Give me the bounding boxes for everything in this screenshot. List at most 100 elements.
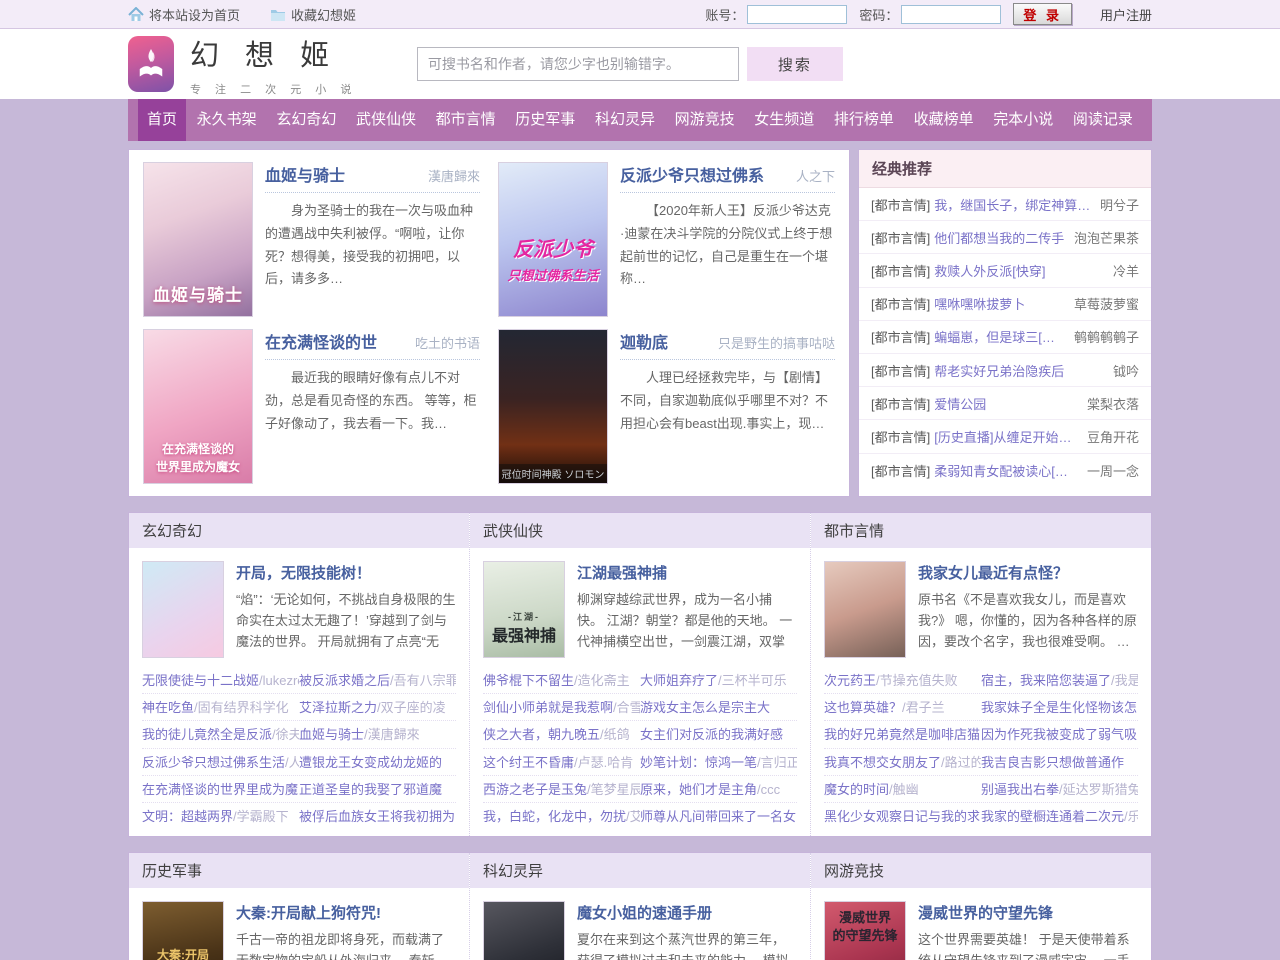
book-link[interactable]: 这个纣王不昏庸/卢瑟.哈肯 xyxy=(483,749,640,775)
account-input[interactable] xyxy=(747,5,847,24)
item-title-link[interactable]: 帮老实好兄弟治隐疾后 xyxy=(934,361,1105,380)
book-link[interactable]: 被俘后血族女王将我初拥为 xyxy=(299,803,456,830)
nav-item-lishi[interactable]: 历史军事 xyxy=(506,99,584,141)
book-title-link[interactable]: 我家女儿最近有点怪？ xyxy=(918,562,1138,583)
book-link[interactable]: 文明：超越两界/学霸殿下 xyxy=(142,803,299,830)
nav-item-bookshelf[interactable]: 永久书架 xyxy=(188,99,266,141)
book-link[interactable]: 宿主，我来陪您装逼了/我是 xyxy=(981,667,1138,693)
book-link[interactable]: 女主们对反派的我满好感 xyxy=(640,721,797,747)
item-title-link[interactable]: [历史直播]从缠足开始说起 xyxy=(934,427,1079,446)
register-link[interactable]: 用户注册 xyxy=(1100,5,1152,24)
nav-item-dushi[interactable]: 都市言情 xyxy=(427,99,505,141)
book-link[interactable]: 血姬与骑士/漢唐歸來 xyxy=(299,721,456,747)
book-link[interactable]: 我，白蛇，化龙中，勿扰/艾 xyxy=(483,803,640,830)
book-link[interactable]: 师尊从凡间带回来了一名女 xyxy=(640,803,797,830)
book-link[interactable]: 因为作死我被变成了弱气吸 xyxy=(981,721,1138,747)
book-cover[interactable]: 漫威世界 的守望先锋 xyxy=(824,901,906,960)
nav-item-finished[interactable]: 完本小说 xyxy=(984,99,1062,141)
favorite-label: 收藏幻想姬 xyxy=(291,5,356,24)
book-link[interactable]: 我家妹子全是生化怪物该怎 xyxy=(981,694,1138,720)
link-row: 佛爷棍下不留生/造化斋主 大师姐弃疗了/三杯半可乐 xyxy=(483,667,797,694)
book-link[interactable]: 游戏女主怎么是宗主大 xyxy=(640,694,797,720)
nav-item-nvsheng[interactable]: 女生频道 xyxy=(745,99,823,141)
nav-item-wuxia[interactable]: 武侠仙侠 xyxy=(347,99,425,141)
site-logo[interactable] xyxy=(128,36,174,92)
book-link[interactable]: 次元药王/节操充值失败 xyxy=(824,667,981,693)
book-link[interactable]: 我吉良吉影只想做普通作 xyxy=(981,749,1138,775)
nav-item-wangyou[interactable]: 网游竞技 xyxy=(666,99,744,141)
search-bar: 搜索 xyxy=(417,47,843,81)
book-title-link[interactable]: 开局，无限技能树！ xyxy=(236,562,456,583)
book-link[interactable]: 魔女的时间/触幽 xyxy=(824,776,981,802)
book-title-link[interactable]: 在充满怪谈的世 xyxy=(265,329,377,353)
item-title-link[interactable]: 嘿咻嘿咻拔萝卜 xyxy=(934,294,1066,313)
book-link[interactable]: 侠之大者，朝九晚五/纸鸽 xyxy=(483,721,640,747)
book-link[interactable]: 我的徒儿竟然全是反派/徐夫 xyxy=(142,721,299,747)
featured-books-panel: 血姬与骑士 血姬与骑士 漢唐歸來 身为圣骑士的我在一次与吸血种的遭遇战中失利被俘… xyxy=(128,149,850,497)
book-cover[interactable] xyxy=(483,901,565,960)
section-kehuan: 科幻灵异 魔女小姐的速通手册 夏尔在来到这个蒸汽世界的第三年，获得了模拟过去和未… xyxy=(469,853,810,960)
item-title-link[interactable]: 蝙蝠崽，但是球三[综英美] xyxy=(934,327,1066,346)
book-cover[interactable]: 在充满怪谈的 世界里成为魔女 xyxy=(143,329,253,484)
item-title-link[interactable]: 救赎人外反派[快穿] xyxy=(934,261,1105,280)
book-cover[interactable]: -江湖- 最强神捕 xyxy=(483,561,565,658)
book-link[interactable]: 西游之老子是玉兔/笔梦星辰 xyxy=(483,776,640,802)
book-author: 只是野生的搞事咕哒 xyxy=(718,333,835,352)
book-link[interactable]: 艾泽拉斯之力/双子座的凌 xyxy=(299,694,456,720)
book-title-link[interactable]: 大秦:开局献上狗符咒! xyxy=(236,902,456,923)
book-cover[interactable]: 大秦:开局 献上狗符咒 xyxy=(142,901,224,960)
nav-item-xuanhuan[interactable]: 玄幻奇幻 xyxy=(267,99,345,141)
favorite-link[interactable]: 收藏幻想姬 xyxy=(270,5,356,24)
nav-item-kehuan[interactable]: 科幻灵异 xyxy=(586,99,664,141)
password-input[interactable] xyxy=(901,5,1001,24)
section-xuanhuan: 玄幻奇幻 开局，无限技能树！ “焰”：‘无论如何，不挑战自身极限的生命实在太过太… xyxy=(129,513,469,836)
book-link[interactable]: 遭银龙王女变成幼龙姬的 xyxy=(299,749,456,775)
nav-item-collect-ranking[interactable]: 收藏榜单 xyxy=(905,99,983,141)
item-title-link[interactable]: 我，继国长子，绑定神算系统 xyxy=(934,195,1092,214)
book-link[interactable]: 妙笔计划：惊鸿一笔/言归正 xyxy=(640,749,797,775)
book-link[interactable]: 原来，她们才是主角/ccc xyxy=(640,776,797,802)
book-link[interactable]: 反派少爷只想过佛系生活/人 xyxy=(142,749,299,775)
login-button[interactable]: 登 录 xyxy=(1013,3,1072,25)
book-title-link[interactable]: 迦勒底 xyxy=(620,329,668,353)
book-title-link[interactable]: 江湖最强神捕 xyxy=(577,562,797,583)
item-title-link[interactable]: 爱情公园 xyxy=(934,394,1079,413)
book-link[interactable]: 黑化少女观察日记与我的求 xyxy=(824,803,981,830)
book-link[interactable]: 佛爷棍下不留生/造化斋主 xyxy=(483,667,640,693)
book-link[interactable]: 我家的壁橱连通着二次元/乐 xyxy=(981,803,1138,830)
book-link[interactable]: 被反派求婚之后/吾有八宗罪 xyxy=(299,667,456,693)
cover-caption-text: 冠位时间神殿 ソロモン xyxy=(499,464,607,483)
set-home-label: 将本站设为首页 xyxy=(149,5,240,24)
book-link[interactable]: 我的好兄弟竟然是咖啡店猫 xyxy=(824,721,981,747)
book-link[interactable]: 在充满怪谈的世界里成为魔 xyxy=(142,776,299,802)
book-cover[interactable] xyxy=(824,561,906,658)
book-cover[interactable]: 血姬与骑士 xyxy=(143,162,253,317)
item-title-link[interactable]: 柔弱知青女配被读心[七零] xyxy=(934,461,1079,480)
book-link[interactable]: 剑仙小师弟就是我惹啊/合雪 xyxy=(483,694,640,720)
book-link[interactable]: 大师姐弃疗了/三杯半可乐 xyxy=(640,667,797,693)
book-link[interactable]: 我真不想交女朋友了/路过的 xyxy=(824,749,981,775)
book-cover[interactable]: 冠位时间神殿 ソロモン xyxy=(498,329,608,484)
search-button[interactable]: 搜索 xyxy=(747,47,843,81)
book-title-link[interactable]: 反派少爷只想过佛系 xyxy=(620,162,764,186)
book-link[interactable]: 神在吃鱼/固有结界科学化 xyxy=(142,694,299,720)
item-title-link[interactable]: 他们都想当我的二传手 xyxy=(934,228,1066,247)
set-home-link[interactable]: 将本站设为首页 xyxy=(128,5,240,24)
book-link[interactable]: 正道圣皇的我娶了邪道魔 xyxy=(299,776,456,802)
nav-item-ranking[interactable]: 排行榜单 xyxy=(825,99,903,141)
nav-item-history[interactable]: 阅读记录 xyxy=(1064,99,1142,141)
book-title-link[interactable]: 魔女小姐的速通手册 xyxy=(577,902,797,923)
book-link[interactable]: 无限使徒与十二战姬/lukezrc xyxy=(142,667,299,693)
list-item: [都市言情] 嘿咻嘿咻拔萝卜 草莓菠萝蜜 xyxy=(859,288,1151,321)
book-title-link[interactable]: 血姬与骑士 xyxy=(265,162,345,186)
item-author: 钺吟 xyxy=(1113,361,1139,380)
book-link[interactable]: 别逼我出右拳/延达罗斯猎兔 xyxy=(981,776,1138,802)
book-cover[interactable]: 反派少爷 只想过佛系生活 xyxy=(498,162,608,317)
search-input[interactable] xyxy=(417,47,739,81)
item-author: 一周一念 xyxy=(1087,461,1139,480)
item-author: 冷羊 xyxy=(1113,261,1139,280)
nav-item-home[interactable]: 首页 xyxy=(138,99,186,141)
book-title-link[interactable]: 漫威世界的守望先锋 xyxy=(918,902,1138,923)
book-cover[interactable] xyxy=(142,561,224,658)
book-link[interactable]: 这也算英雄？/君子兰 xyxy=(824,694,981,720)
